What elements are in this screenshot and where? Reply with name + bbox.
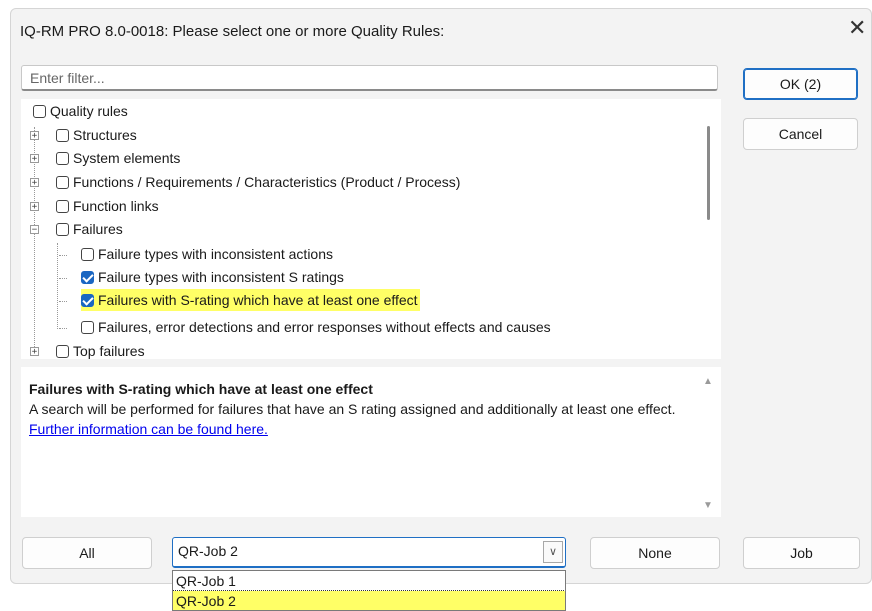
tree-item-label: Function links	[73, 198, 159, 214]
all-button[interactable]: All	[22, 537, 152, 569]
none-button[interactable]: None	[590, 537, 720, 569]
quality-rules-tree[interactable]: Quality rules + Structures + System elem…	[21, 99, 721, 359]
job-option-selected[interactable]: QR-Job 2	[173, 590, 565, 610]
tree-item-s-rating-effect[interactable]: Failures with S-rating which have at lea…	[81, 289, 420, 311]
tree-item-label: Failure types with inconsistent actions	[98, 246, 333, 262]
tree-item-without-effects[interactable]: Failures, error detections and error res…	[81, 316, 551, 338]
collapse-minus-icon[interactable]: −	[30, 225, 39, 235]
checkbox-checked[interactable]	[81, 294, 94, 307]
scroll-down-icon[interactable]: ▼	[703, 500, 713, 511]
job-select-value: QR-Job 2	[178, 543, 238, 559]
checkbox[interactable]	[81, 248, 94, 261]
description-body: A search will be performed for failures …	[29, 401, 676, 417]
checkbox[interactable]	[56, 345, 69, 358]
expand-plus-icon[interactable]: +	[30, 178, 39, 188]
tree-item-inconsistent-s-ratings[interactable]: Failure types with inconsistent S rating…	[81, 266, 344, 288]
checkbox[interactable]	[56, 200, 69, 213]
cancel-button[interactable]: Cancel	[743, 118, 858, 150]
tree-item-inconsistent-actions[interactable]: Failure types with inconsistent actions	[81, 243, 333, 265]
chevron-down-icon[interactable]: ∨	[543, 541, 563, 563]
tree-item-system-elements[interactable]: System elements	[56, 147, 180, 169]
checkbox[interactable]	[56, 129, 69, 142]
job-button[interactable]: Job	[743, 537, 860, 569]
checkbox[interactable]	[56, 152, 69, 165]
tree-item-label: Quality rules	[50, 103, 128, 119]
tree-item-function-links[interactable]: Function links	[56, 195, 159, 217]
checkbox[interactable]	[81, 321, 94, 334]
tree-item-structures[interactable]: Structures	[56, 124, 137, 146]
job-option[interactable]: QR-Job 1	[173, 571, 565, 591]
tree-item-top-failures[interactable]: Top failures	[56, 340, 145, 359]
tree-connector	[57, 243, 58, 329]
tree-root[interactable]: Quality rules	[33, 100, 128, 122]
tree-item-failures[interactable]: Failures	[56, 218, 123, 240]
expand-plus-icon[interactable]: +	[30, 347, 39, 357]
checkbox[interactable]	[33, 105, 46, 118]
ok-button[interactable]: OK (2)	[743, 68, 858, 100]
scroll-up-icon[interactable]: ▲	[703, 376, 713, 387]
filter-input[interactable]: Enter filter...	[21, 65, 718, 91]
description-panel: Failures with S-rating which have at lea…	[21, 367, 721, 517]
tree-item-label: Functions / Requirements / Characteristi…	[73, 174, 461, 190]
tree-item-label: Failures, error detections and error res…	[98, 319, 551, 335]
tree-connector	[59, 328, 67, 329]
tree-item-label: Top failures	[73, 343, 145, 359]
checkbox[interactable]	[56, 223, 69, 236]
tree-item-label: Structures	[73, 127, 137, 143]
description-heading: Failures with S-rating which have at lea…	[29, 381, 373, 397]
further-info-link[interactable]: Further information can be found here.	[29, 421, 268, 437]
splitter[interactable]	[21, 360, 721, 367]
tree-item-label: Failure types with inconsistent S rating…	[98, 269, 344, 285]
job-select[interactable]: QR-Job 2 ∨	[172, 537, 566, 568]
tree-connector	[59, 301, 67, 302]
tree-item-label: Failures with S-rating which have at lea…	[98, 292, 418, 308]
tree-scrollbar-thumb[interactable]	[707, 126, 710, 220]
tree-item-label: System elements	[73, 150, 181, 166]
expand-plus-icon[interactable]: +	[30, 131, 39, 141]
tree-item-functions[interactable]: Functions / Requirements / Characteristi…	[56, 171, 460, 193]
job-dropdown-list[interactable]: QR-Job 1 QR-Job 2	[172, 570, 566, 611]
dialog-title: IQ-RM PRO 8.0-0018: Please select one or…	[20, 23, 445, 40]
tree-connector	[59, 255, 67, 256]
checkbox[interactable]	[56, 176, 69, 189]
expand-plus-icon[interactable]: +	[30, 154, 39, 164]
expand-plus-icon[interactable]: +	[30, 202, 39, 212]
tree-item-label: Failures	[73, 221, 123, 237]
tree-connector	[59, 278, 67, 279]
close-icon[interactable]: ✕	[848, 17, 866, 39]
checkbox-checked[interactable]	[81, 271, 94, 284]
